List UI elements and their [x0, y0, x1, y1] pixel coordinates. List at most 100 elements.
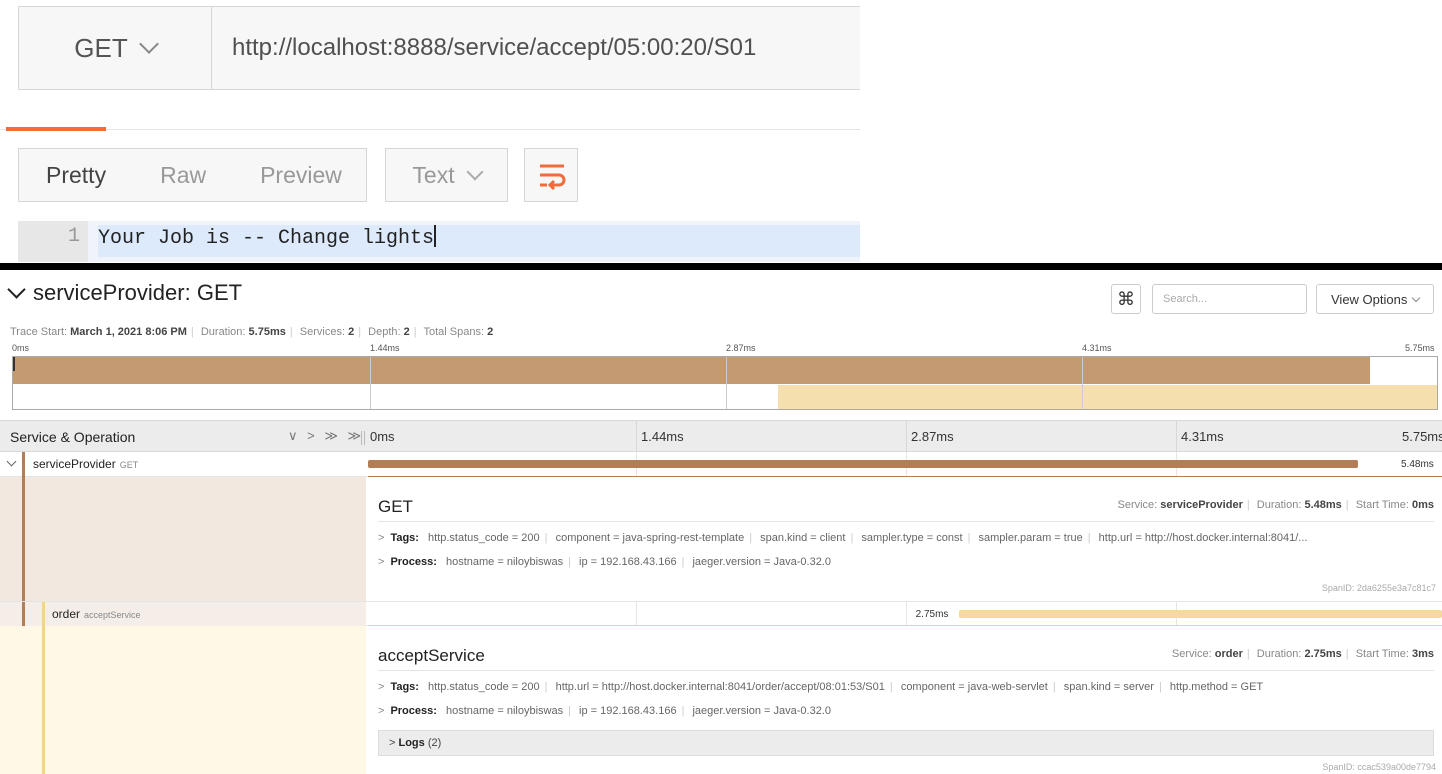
grid-line — [636, 602, 637, 626]
meta-label: Depth: — [368, 326, 401, 338]
meta-label: Start Time: — [1355, 499, 1409, 511]
chevron-right-icon: > — [378, 556, 385, 568]
operation-name: GET — [119, 460, 139, 470]
request-tabs — [0, 90, 860, 131]
tick-label: 5.75ms — [1405, 343, 1435, 353]
tab-pretty[interactable]: Pretty — [19, 162, 133, 189]
view-options-button[interactable]: View Options — [1316, 284, 1434, 314]
depth-value: 2 — [403, 326, 410, 338]
logs-label: Logs — [398, 737, 425, 749]
process-item: hostname = niloybiswas — [445, 556, 564, 568]
process-item: jaeger.version = Java-0.32.0 — [692, 705, 831, 717]
span-duration: 2.75ms — [915, 609, 949, 620]
divider: | — [544, 532, 548, 544]
response-body[interactable]: 1 Your Job is -- Change lights — [18, 221, 860, 262]
divider: | — [190, 326, 194, 338]
meta-label: Service: — [1117, 499, 1158, 511]
separator — [0, 263, 1442, 270]
divider: | — [289, 326, 293, 338]
line-gutter: 1 — [18, 221, 88, 262]
detail-indent — [0, 626, 366, 774]
process-row[interactable]: > Process: hostname = niloybiswas | ip = 1… — [378, 556, 831, 568]
span-bar[interactable] — [958, 610, 1442, 618]
wrap-lines-button[interactable] — [524, 148, 578, 202]
divider: | — [1087, 532, 1091, 544]
span-row[interactable]: order acceptService 2.75ms — [0, 601, 1442, 627]
tag-item: component = java-web-servlet — [900, 681, 1048, 693]
operation-name: acceptService — [84, 610, 141, 620]
tag-item: sampler.type = const — [861, 532, 963, 544]
grid-line — [370, 357, 371, 409]
divider — [378, 670, 1434, 671]
format-select[interactable]: Text — [385, 148, 508, 202]
method-select[interactable]: GET — [19, 7, 212, 89]
tags-row[interactable]: > Tags: http.status_code = 200 | http.url … — [378, 681, 1434, 693]
divider: | — [850, 532, 854, 544]
span-row[interactable]: serviceProvider GET 5.48ms — [0, 452, 1442, 478]
divider: | — [1246, 499, 1250, 511]
tick-label: 4.31ms — [1082, 343, 1112, 353]
span-duration: 5.48ms — [1401, 459, 1434, 470]
process-item: ip = 192.168.43.166 — [579, 556, 677, 568]
detail-duration: 2.75ms — [1304, 648, 1342, 660]
detail-service: order — [1214, 648, 1243, 660]
span-detail-panel: GET Service: serviceProvider | Duration: … — [368, 477, 1442, 601]
meta-label: Total Spans: — [423, 326, 485, 338]
span-detail: acceptService Service: order | Duration: … — [0, 626, 1442, 774]
chevron-right-icon: > — [378, 681, 385, 693]
service-color-marker — [42, 626, 45, 774]
service-color-marker — [42, 602, 45, 626]
minimap-ticks: 0ms 1.44ms 2.87ms 4.31ms 5.75ms — [0, 343, 1442, 355]
tag-item: http.status_code = 200 — [428, 681, 540, 693]
trace-minimap[interactable] — [12, 356, 1438, 410]
span-detail: GET Service: serviceProvider | Duration: … — [0, 477, 1442, 601]
process-row[interactable]: > Process: hostname = niloybiswas | ip = 1… — [378, 705, 831, 717]
method-label: GET — [74, 32, 128, 63]
duration-value: 5.75ms — [248, 326, 286, 338]
span-bar[interactable] — [368, 460, 1358, 468]
detail-title: acceptService — [378, 646, 485, 665]
chevron-down-icon — [466, 163, 484, 180]
divider: | — [1345, 499, 1349, 511]
detail-summary: Service: order | Duration: 2.75ms | Start … — [1172, 648, 1434, 660]
trace-title[interactable]: serviceProvider: GET — [7, 280, 242, 306]
detail-start: 3ms — [1411, 648, 1434, 660]
service-color-marker — [22, 452, 25, 477]
detail-indent — [0, 477, 366, 601]
divider — [378, 521, 1434, 522]
span-name[interactable]: order acceptService — [52, 607, 141, 621]
logs-toggle[interactable]: > Logs (2) — [378, 730, 1434, 756]
detail-start: 0ms — [1411, 499, 1434, 511]
keyboard-shortcuts-button[interactable]: ⌘ — [1111, 284, 1141, 314]
tick-label: 1.44ms — [641, 429, 684, 444]
divider: | — [358, 326, 362, 338]
tag-item: http.method = GET — [1169, 681, 1264, 693]
tags-label: Tags: — [390, 681, 419, 693]
column-resize-handle[interactable] — [361, 431, 365, 445]
span-name[interactable]: serviceProvider GET — [33, 457, 138, 471]
tag-item: sampler.param = true — [978, 532, 1083, 544]
tick-label: 0ms — [12, 343, 30, 353]
divider: | — [544, 681, 548, 693]
collapse-expand-controls[interactable]: ∨ > ≫ ≫ — [288, 428, 364, 444]
tab-raw[interactable]: Raw — [133, 162, 233, 189]
grid-line — [726, 357, 727, 409]
tab-preview[interactable]: Preview — [233, 162, 369, 189]
process-item: ip = 192.168.43.166 — [579, 705, 677, 717]
divider: | — [889, 681, 893, 693]
url-input[interactable]: http://localhost:8888/service/accept/05:… — [232, 7, 756, 89]
tag-item: span.kind = server — [1063, 681, 1154, 693]
tick-label: 0ms — [370, 429, 395, 444]
chevron-down-icon[interactable] — [6, 456, 17, 467]
minimap-handle[interactable] — [13, 357, 15, 371]
trace-start-value: March 1, 2021 8:06 PM — [70, 326, 187, 338]
logs-count: (2) — [427, 737, 442, 749]
divider: | — [967, 532, 971, 544]
jaeger-trace-view: serviceProvider: GET ⌘ Search... View Op… — [0, 270, 1442, 774]
search-input[interactable]: Search... — [1152, 284, 1307, 314]
text-cursor — [434, 225, 437, 247]
meta-label: Duration: — [200, 326, 246, 338]
tags-row[interactable]: > Tags: http.status_code = 200 | component… — [378, 532, 1434, 544]
tag-item: component = java-spring-rest-template — [555, 532, 745, 544]
divider: | — [568, 705, 571, 717]
